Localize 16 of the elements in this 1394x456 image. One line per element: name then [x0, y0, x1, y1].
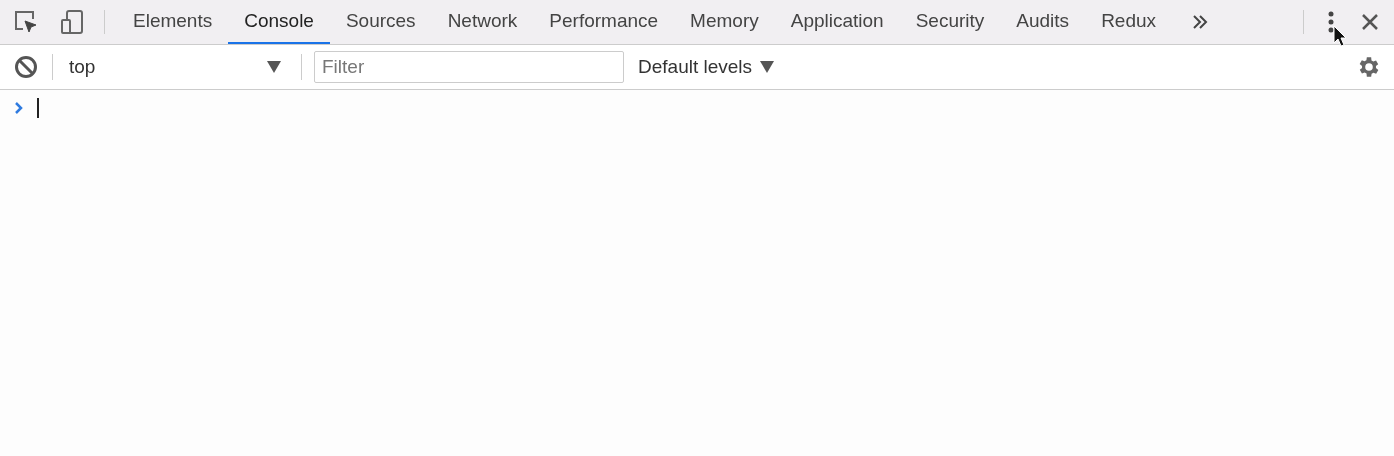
- context-select[interactable]: top: [61, 52, 289, 82]
- dropdown-triangle-icon: [760, 61, 775, 73]
- prompt-chevron-icon: [14, 102, 24, 114]
- panel-tab[interactable]: Application: [774, 0, 900, 44]
- dropdown-triangle-icon: [267, 61, 281, 73]
- filter-field[interactable]: Filter: [314, 51, 624, 83]
- panel-tab[interactable]: Elements: [117, 0, 229, 44]
- panel-tab[interactable]: Network: [431, 0, 534, 44]
- text-cursor: [37, 98, 39, 118]
- log-levels-dropdown[interactable]: Default levels: [638, 52, 775, 82]
- panel-tab[interactable]: Performance: [533, 0, 675, 44]
- panel-tab[interactable]: Audits: [1000, 0, 1086, 44]
- panel-tab[interactable]: Security: [899, 0, 1001, 44]
- panel-tab[interactable]: Memory: [674, 0, 775, 44]
- panel-tab[interactable]: Sources: [329, 0, 432, 44]
- panel-tab[interactable]: Redux: [1085, 0, 1173, 44]
